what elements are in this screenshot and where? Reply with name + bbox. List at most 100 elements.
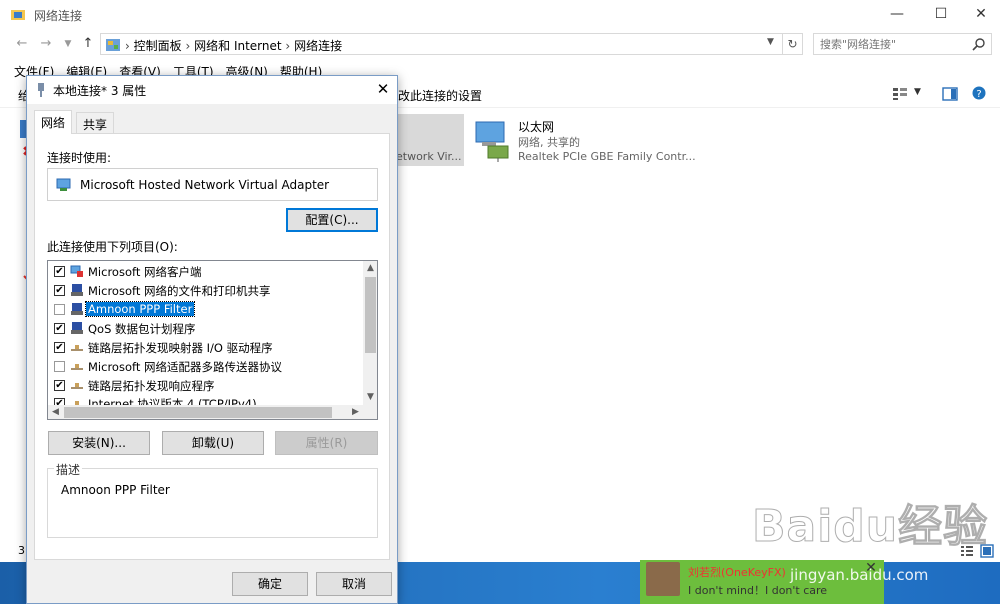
protocol-icon [75, 401, 79, 405]
item-checkbox[interactable]: ✔ [54, 323, 65, 334]
watermark: Baidu经验 [751, 490, 989, 554]
ethernet-status: 网络, 共享的 [518, 136, 580, 149]
item-checkbox[interactable] [54, 304, 65, 315]
description-label: 描述 [54, 461, 83, 478]
description-group: 描述 Amnoon PPP Filter [47, 461, 378, 538]
watermark-logo: Baidu经验 [751, 501, 989, 553]
item-label: Amnoon PPP Filter [84, 301, 196, 317]
avatar [646, 562, 680, 596]
item-label: Microsoft 网络适配器多路传送器协议 [88, 360, 282, 374]
scroll-up-icon[interactable]: ▲ [363, 261, 377, 276]
qos-icon [71, 322, 83, 334]
uninstall-button[interactable]: 卸载(U) [162, 431, 264, 455]
dialog-close-button[interactable]: ✕ [371, 78, 395, 102]
tab-sharing[interactable]: 共享 [76, 112, 115, 134]
list-item[interactable]: ✔ 链路层拓扑发现响应程序 [48, 376, 363, 395]
preview-pane-icon[interactable] [942, 87, 958, 101]
item-checkbox[interactable]: ✔ [54, 380, 65, 391]
items-listbox[interactable]: ✔ Microsoft 网络客户端 ✔ Microsoft 网络的文件和打印机共… [47, 260, 378, 420]
refresh-button[interactable]: ↻ [783, 33, 803, 55]
scroll-left-icon[interactable]: ◀ [48, 405, 63, 419]
item-label: Microsoft 网络客户端 [88, 265, 202, 279]
watermark-url: jingyan.baidu.com [790, 566, 929, 584]
list-item[interactable]: ✔ Microsoft 网络的文件和打印机共享 [48, 281, 363, 300]
list-item[interactable]: ✔ QoS 数据包计划程序 [48, 319, 363, 338]
item-checkbox[interactable]: ✔ [54, 342, 65, 353]
item-checkbox[interactable]: ✔ [54, 285, 65, 296]
adapter-box: Microsoft Hosted Network Virtual Adapter [47, 168, 378, 201]
ethernet-adapter-icon [475, 121, 509, 162]
ethernet-connection[interactable]: 以太网 网络, 共享的 Realtek PCIe GBE Family Cont… [470, 114, 700, 166]
filter-service-icon [71, 303, 83, 315]
breadcrumb-network-internet[interactable]: 网络和 Internet [194, 39, 281, 53]
tab-network[interactable]: 网络 [34, 110, 73, 134]
network-folder-icon [11, 10, 25, 20]
install-button[interactable]: 安装(N)... [48, 431, 150, 455]
vertical-scrollbar[interactable]: ▲ ▼ [363, 261, 377, 405]
connection-plug-icon [38, 83, 44, 97]
ok-button[interactable]: 确定 [232, 572, 308, 596]
view-options-icon[interactable] [892, 87, 908, 101]
horizontal-scrollbar[interactable]: ◀ ▶ [48, 405, 363, 419]
cancel-button[interactable]: 取消 [316, 572, 392, 596]
protocol-icon [71, 383, 83, 389]
view-dropdown-icon[interactable]: ▼ [914, 87, 921, 97]
forward-arrow-icon[interactable]: → [36, 34, 56, 54]
window-title: 网络连接 [34, 9, 83, 23]
item-label: 链路层拓扑发现响应程序 [88, 379, 215, 393]
address-dropdown-icon[interactable]: ▼ [767, 37, 774, 47]
breadcrumb-network-connections[interactable]: 网络连接 [294, 39, 342, 53]
selected-connection-tile[interactable]: etwork Vir... [396, 114, 464, 166]
search-icon[interactable] [972, 37, 986, 51]
back-arrow-icon[interactable]: ← [12, 34, 32, 54]
address-row: ← → ▼ ↑ › 控制面板 › 网络和 Internet › 网络连接 ▼ ↻ [0, 30, 1000, 58]
scroll-down-icon[interactable]: ▼ [363, 390, 377, 405]
network-adapter-icon [56, 178, 71, 191]
item-label: Internet 协议版本 4 (TCP/IPv4) [88, 397, 257, 405]
breadcrumb-control-panel[interactable]: 控制面板 [134, 39, 182, 53]
cmd-change-settings[interactable]: 改此连接的设置 [398, 87, 482, 104]
connection-adapter-partial: etwork Vir... [396, 150, 462, 163]
list-item[interactable]: ✔ 链路层拓扑发现映射器 I/O 驱动程序 [48, 338, 363, 357]
item-label: Microsoft 网络的文件和打印机共享 [88, 284, 271, 298]
close-window-button[interactable]: ✕ [958, 0, 1000, 30]
protocol-icon [71, 345, 83, 351]
help-icon[interactable]: ? [972, 86, 986, 100]
dialog-title: 本地连接* 3 属性 [53, 84, 147, 98]
search-box [813, 33, 992, 55]
list-item-selected[interactable]: Amnoon PPP Filter [48, 300, 363, 319]
hscroll-thumb[interactable] [64, 407, 332, 418]
file-share-icon [71, 284, 83, 296]
items-label: 此连接使用下列项目(O): [47, 240, 178, 254]
item-checkbox[interactable]: ✔ [54, 266, 65, 277]
minimize-button[interactable]: — [874, 0, 920, 30]
connect-using-label: 连接时使用: [47, 151, 112, 165]
scroll-thumb[interactable] [365, 277, 376, 353]
configure-button[interactable]: 配置(C)... [286, 208, 378, 232]
notification-message: I don't mind！I don't care [688, 584, 828, 597]
up-arrow-icon[interactable]: ↑ [78, 34, 98, 54]
search-input[interactable] [814, 34, 964, 54]
list-item[interactable]: Microsoft 网络适配器多路传送器协议 [48, 357, 363, 376]
network-client-icon [70, 265, 83, 277]
scroll-right-icon[interactable]: ▶ [348, 405, 363, 419]
list-item[interactable]: ✔ Microsoft 网络客户端 [48, 262, 363, 281]
description-text: Amnoon PPP Filter [61, 483, 170, 497]
ethernet-name: 以太网 [518, 120, 555, 134]
item-label: QoS 数据包计划程序 [88, 322, 196, 336]
item-checkbox[interactable]: ✔ [54, 398, 65, 405]
list-item[interactable]: ✔ Internet 协议版本 4 (TCP/IPv4) [48, 394, 363, 405]
adapter-name: Microsoft Hosted Network Virtual Adapter [80, 178, 330, 192]
recent-chevron-icon[interactable]: ▼ [58, 34, 78, 54]
item-checkbox[interactable] [54, 361, 65, 372]
scroll-corner [363, 405, 377, 419]
network-tab-panel: 连接时使用: Microsoft Hosted Network Virtual … [34, 133, 390, 560]
svg-text:?: ? [976, 89, 981, 100]
ethernet-adapter: Realtek PCIe GBE Family Contr... [518, 150, 696, 163]
address-bar[interactable]: › 控制面板 › 网络和 Internet › 网络连接 ▼ [100, 33, 783, 55]
breadcrumb: › 控制面板 › 网络和 Internet › 网络连接 [125, 39, 343, 53]
notification-sender: 刘若烈(OneKeyFX) [688, 566, 786, 579]
explorer-titlebar: 网络连接 — ☐ ✕ [0, 0, 1000, 30]
item-label: 链路层拓扑发现映射器 I/O 驱动程序 [88, 341, 273, 355]
properties-button[interactable]: 属性(R) [275, 431, 378, 455]
